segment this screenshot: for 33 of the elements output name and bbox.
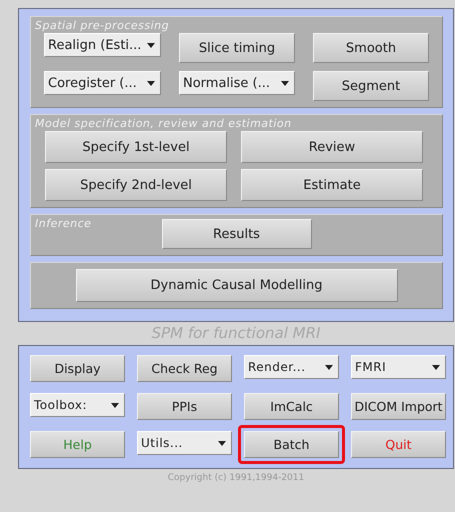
push-button[interactable]: Segment xyxy=(313,71,429,101)
caret-icon xyxy=(432,364,440,370)
push-button[interactable]: DICOM Import xyxy=(351,393,446,420)
dropdown[interactable]: Coregister (... xyxy=(44,71,161,95)
push-button[interactable]: PPIs xyxy=(137,393,232,420)
push-button[interactable]: Review xyxy=(241,131,423,163)
section-title: Model specification, review and estimation xyxy=(35,117,293,131)
caret-icon xyxy=(147,42,155,48)
push-button[interactable]: Specify 2nd-level xyxy=(45,169,227,201)
caret-icon xyxy=(111,402,119,408)
dropdown[interactable]: Render... xyxy=(244,355,339,379)
push-button[interactable]: Smooth xyxy=(313,33,429,63)
push-button[interactable]: Results xyxy=(162,219,312,249)
caret-icon xyxy=(147,80,155,86)
copyright-text: Copyright (c) 1991,1994-2011 xyxy=(166,472,306,483)
caret-icon xyxy=(218,440,226,446)
dropdown[interactable]: Normalise (... xyxy=(179,71,295,95)
push-button[interactable]: ImCalc xyxy=(244,393,339,420)
section-title: Spatial pre-processing xyxy=(35,19,170,33)
push-button[interactable]: Slice timing xyxy=(179,33,295,63)
section-title: Inference xyxy=(35,217,92,231)
caret-icon xyxy=(325,364,333,370)
push-button[interactable]: Estimate xyxy=(241,169,423,201)
dropdown[interactable]: Realign (Esti... xyxy=(44,33,161,57)
dropdown[interactable]: FMRI xyxy=(351,355,446,379)
push-button[interactable]: Specify 1st-level xyxy=(45,131,227,163)
dropdown[interactable]: Toolbox: xyxy=(30,393,125,417)
push-button[interactable]: Dynamic Causal Modelling xyxy=(76,269,398,302)
push-button[interactable]: Display xyxy=(30,355,125,382)
dropdown[interactable]: Utils... xyxy=(137,431,232,455)
caret-icon xyxy=(281,80,289,86)
push-button[interactable]: Batch xyxy=(244,431,339,458)
push-button[interactable]: Check Reg xyxy=(137,355,232,382)
